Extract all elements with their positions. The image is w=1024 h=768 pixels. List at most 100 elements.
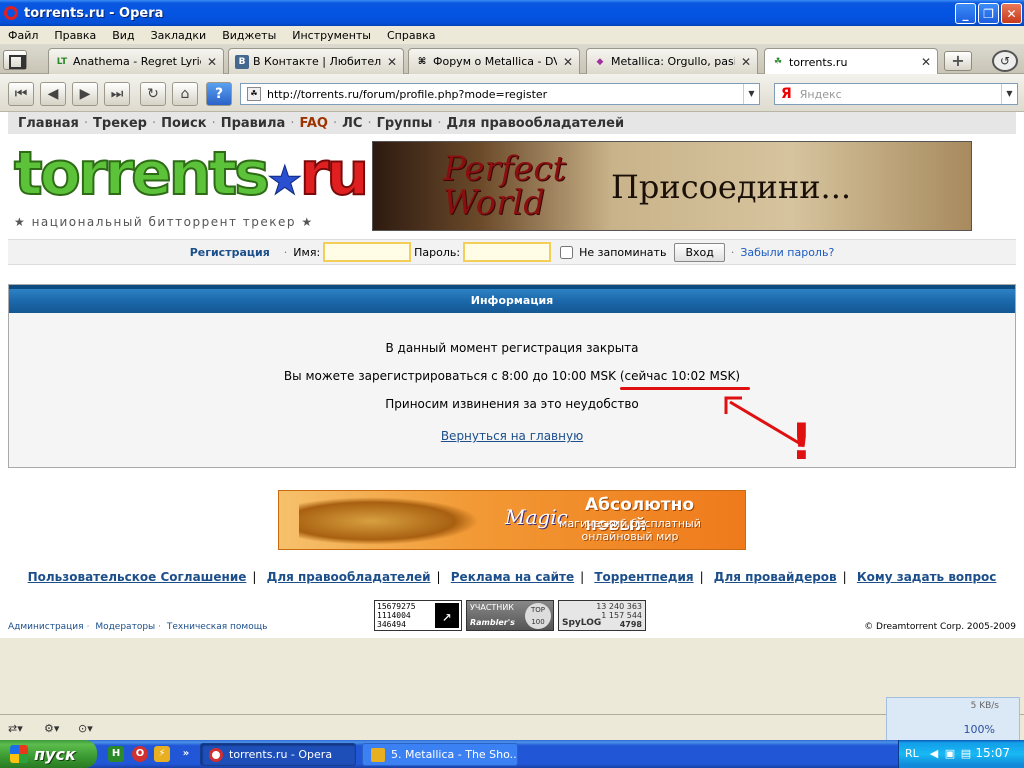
quicklaunch-more-icon[interactable]: » bbox=[178, 746, 194, 762]
admin-link-support[interactable]: Техническая помощь bbox=[167, 622, 268, 632]
login-button[interactable]: Вход bbox=[674, 242, 725, 262]
nav-pm[interactable]: ЛС bbox=[342, 116, 362, 131]
tab-favicon-icon: ☘ bbox=[773, 57, 783, 67]
nav-rules[interactable]: Правила bbox=[221, 116, 286, 131]
taskbar-opera[interactable]: torrents.ru - Opera bbox=[200, 743, 356, 766]
back-to-home-link[interactable]: Вернуться на главную bbox=[441, 429, 583, 443]
quicklaunch-winamp-icon[interactable]: ⚡ bbox=[154, 746, 170, 762]
tab-favicon-icon: B bbox=[235, 54, 249, 69]
spylog-logo: SpyLOG bbox=[562, 618, 602, 628]
username-input[interactable] bbox=[323, 242, 412, 262]
tray-monitor-icon[interactable]: ▤ bbox=[959, 747, 973, 761]
opera-logo-icon bbox=[4, 6, 18, 20]
quicklaunch-opera-icon[interactable]: O bbox=[132, 746, 148, 762]
forward-button[interactable]: ▶ bbox=[72, 82, 98, 106]
magic-banner[interactable]: Magic Абсолютно новый магический бесплат… bbox=[278, 490, 746, 550]
tab-metallica-orgullo[interactable]: ◆ Metallica: Orgullo, pasio... ✕ bbox=[586, 48, 758, 74]
banner-subtitle: магический бесплатный онлайновый мир bbox=[559, 517, 701, 543]
footer-link-rightholders[interactable]: Для правообладателей bbox=[267, 570, 431, 584]
menu-view[interactable]: Вид bbox=[104, 29, 142, 42]
menu-widgets[interactable]: Виджеты bbox=[214, 29, 284, 42]
address-dropdown-icon[interactable]: ▼ bbox=[743, 84, 759, 104]
no-remember-label: Не запоминать bbox=[579, 245, 667, 259]
tab-metallica-forum[interactable]: ⌘ Форум о Metallica - DVD... ✕ bbox=[408, 48, 580, 74]
closed-tabs-trash-icon[interactable]: ↺ bbox=[992, 50, 1018, 72]
new-tab-button[interactable]: + bbox=[944, 51, 972, 71]
quicklaunch-app-icon[interactable]: H bbox=[108, 746, 124, 762]
tab-close-icon[interactable]: ✕ bbox=[387, 55, 397, 69]
rewind-button[interactable]: ⏮ bbox=[8, 82, 34, 106]
menu-file[interactable]: Файл bbox=[0, 29, 46, 42]
register-link[interactable]: Регистрация bbox=[190, 246, 270, 259]
password-input[interactable] bbox=[463, 242, 552, 262]
login-bar: Регистрация · Имя: Пароль: Не запоминать… bbox=[8, 239, 1016, 265]
network-icon[interactable]: ⚙▾ bbox=[44, 722, 59, 735]
zoom-level[interactable]: 100% bbox=[964, 723, 995, 736]
admin-link-moderators[interactable]: Модераторы bbox=[95, 622, 155, 632]
exclamation-annotation: ! bbox=[790, 413, 813, 471]
fast-forward-button[interactable]: ⏭ bbox=[104, 82, 130, 106]
nav-rightholders[interactable]: Для правообладателей bbox=[447, 116, 625, 131]
reload-button[interactable]: ↻ bbox=[140, 82, 166, 106]
search-field[interactable]: Я Яндекс ▼ bbox=[774, 83, 1018, 105]
tab-close-icon[interactable]: ✕ bbox=[741, 55, 751, 69]
tray-network-icon[interactable]: ▣ bbox=[943, 747, 957, 761]
transfer-icon[interactable]: ⇄▾ bbox=[8, 722, 23, 735]
nav-home[interactable]: Главная bbox=[18, 116, 79, 131]
footer-link-torrentpedia[interactable]: Торрентпедия bbox=[594, 570, 693, 584]
site-favicon-icon: ☘ bbox=[247, 87, 261, 101]
address-bar[interactable]: ☘ http://torrents.ru/forum/profile.php?m… bbox=[240, 83, 760, 105]
language-indicator[interactable]: RL bbox=[905, 747, 919, 760]
nav-groups[interactable]: Группы bbox=[377, 116, 433, 131]
menu-help[interactable]: Справка bbox=[379, 29, 443, 42]
tray-back-icon[interactable]: ◀ bbox=[927, 747, 941, 761]
windows-flag-icon bbox=[10, 745, 28, 763]
nav-tracker[interactable]: Трекер bbox=[93, 116, 147, 131]
menu-bookmarks[interactable]: Закладки bbox=[143, 29, 215, 42]
tab-close-icon[interactable]: ✕ bbox=[921, 55, 931, 69]
maximize-button[interactable]: ❐ bbox=[978, 3, 999, 24]
footer-link-providers[interactable]: Для провайдеров bbox=[714, 570, 837, 584]
perfect-world-banner[interactable]: Perfect World Присоедини... bbox=[372, 141, 972, 231]
search-dropdown-icon[interactable]: ▼ bbox=[1001, 84, 1017, 104]
tab-close-icon[interactable]: ✕ bbox=[207, 55, 217, 69]
admin-link-administration[interactable]: Администрация bbox=[8, 622, 84, 632]
info-button[interactable]: ? bbox=[206, 82, 232, 106]
settings-icon[interactable]: ⊙▾ bbox=[78, 722, 93, 735]
tab-title: Metallica: Orgullo, pasio... bbox=[611, 55, 735, 68]
spylog-counter[interactable]: 13 240 363 1 157 544 4798 SpyLOG bbox=[558, 600, 646, 631]
logo-text: torrents bbox=[13, 139, 271, 209]
site-top-nav: Главная · Трекер · Поиск · Правила · FAQ · ЛС… bbox=[8, 112, 1016, 134]
nav-search[interactable]: Поиск bbox=[161, 116, 206, 131]
start-button[interactable]: пуск bbox=[0, 740, 97, 768]
menu-edit[interactable]: Правка bbox=[46, 29, 104, 42]
close-button[interactable]: ✕ bbox=[1001, 3, 1022, 24]
logo-tagline: национальный битторрент трекер bbox=[31, 215, 296, 229]
footer-link-agreement[interactable]: Пользовательское Соглашение bbox=[28, 570, 247, 584]
tab-bar: LT Anathema - Regret Lyrics ✕ B В Контак… bbox=[0, 44, 1024, 75]
menu-bar: Файл Правка Вид Закладки Виджеты Инструм… bbox=[0, 26, 1024, 44]
no-remember-checkbox[interactable] bbox=[560, 245, 574, 259]
nav-faq[interactable]: FAQ bbox=[299, 116, 328, 131]
page-viewport: Главная · Трекер · Поиск · Правила · FAQ · ЛС… bbox=[0, 112, 1024, 638]
info-header: Информация bbox=[9, 285, 1015, 313]
opera-icon bbox=[209, 747, 223, 762]
back-button[interactable]: ◀ bbox=[40, 82, 66, 106]
forgot-password-link[interactable]: Забыли пароль? bbox=[740, 246, 834, 259]
yandex-icon: Я bbox=[781, 86, 792, 102]
tab-anathema[interactable]: LT Anathema - Regret Lyrics ✕ bbox=[48, 48, 224, 74]
taskbar-winamp[interactable]: 5. Metallica - The Sho... bbox=[362, 743, 518, 766]
liveinternet-counter[interactable]: 15679275 1114004 346494 ↗ bbox=[374, 600, 462, 631]
tab-torrents[interactable]: ☘ torrents.ru ✕ bbox=[764, 48, 938, 75]
footer-link-ads[interactable]: Реклама на сайте bbox=[451, 570, 574, 584]
home-button[interactable]: ⌂ bbox=[172, 82, 198, 106]
site-logo[interactable]: torrents★ru ★ национальный битторрент тр… bbox=[13, 139, 370, 229]
tab-vkontakte[interactable]: B В Контакте | Любител... ✕ bbox=[228, 48, 404, 74]
banner-join-text: Присоедини... bbox=[611, 168, 852, 206]
minimize-button[interactable]: _ bbox=[955, 3, 976, 24]
rambler-top100-counter[interactable]: УЧАСТНИК Rambler's TOP 100 bbox=[466, 600, 554, 631]
tab-close-icon[interactable]: ✕ bbox=[563, 55, 573, 69]
menu-tools[interactable]: Инструменты bbox=[284, 29, 379, 42]
footer-link-contact[interactable]: Кому задать вопрос bbox=[857, 570, 997, 584]
panel-toggle-button[interactable] bbox=[3, 50, 27, 70]
